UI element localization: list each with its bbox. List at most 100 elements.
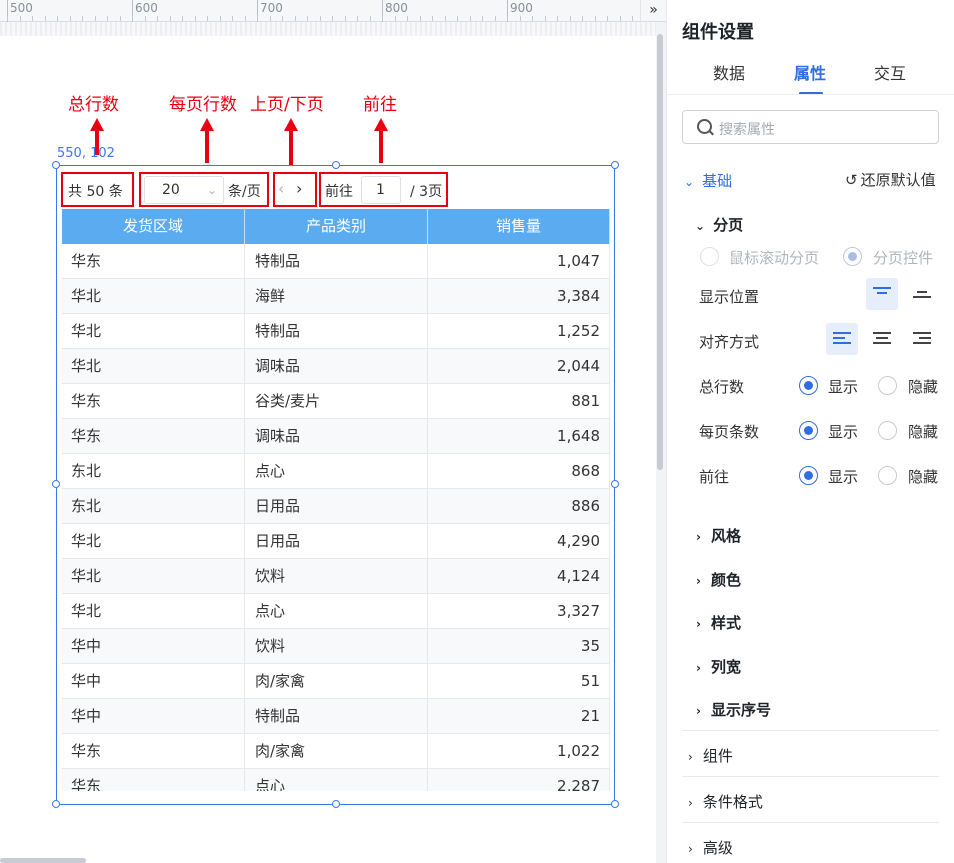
group-conditional-format[interactable]: › 条件格式	[682, 776, 939, 822]
column-header[interactable]: 发货区域	[62, 209, 245, 244]
section-paging[interactable]: ⌄ 分页	[695, 214, 743, 235]
ruler-minor-tick	[170, 16, 171, 21]
chevron-right-icon: ›	[688, 750, 693, 764]
table-cell: 华北	[62, 559, 245, 593]
align-right-icon[interactable]	[906, 323, 938, 355]
radio-perpage-hide[interactable]	[878, 421, 897, 440]
table-row[interactable]: 华北 饮料 4,124	[62, 559, 610, 594]
group-advanced[interactable]: › 高级	[682, 822, 939, 863]
table-row[interactable]: 华中 肉/家禽 51	[62, 664, 610, 699]
radio-total-show[interactable]	[799, 376, 818, 395]
table-cell: 51	[428, 664, 610, 698]
resize-handle[interactable]	[52, 161, 60, 169]
table-row[interactable]: 华东 点心 2,287	[62, 769, 610, 791]
align-label: 对齐方式	[699, 333, 760, 351]
ruler-minor-tick	[507, 16, 508, 21]
ruler-minor-tick	[557, 16, 558, 21]
chevron-down-icon: ⌄	[206, 183, 217, 197]
ruler-minor-tick	[57, 16, 58, 21]
table-cell: 华东	[62, 419, 245, 453]
table-row[interactable]: 东北 点心 868	[62, 454, 610, 489]
property-search-input[interactable]: 搜索属性	[682, 110, 939, 144]
position-top-icon[interactable]	[866, 278, 898, 310]
ruler-minor-tick	[395, 16, 396, 21]
double-chevron-right-icon[interactable]: »	[640, 0, 666, 22]
resize-handle[interactable]	[611, 800, 619, 808]
search-icon	[697, 119, 712, 134]
group-component[interactable]: › 组件	[682, 730, 939, 776]
radio-total-show-label: 显示	[828, 378, 859, 396]
align-center-icon[interactable]	[866, 323, 898, 355]
table-cell: 点心	[245, 594, 428, 628]
align-left-icon[interactable]	[826, 323, 858, 355]
subsection-row-number[interactable]: › 显示序号	[696, 699, 771, 720]
resize-handle[interactable]	[52, 800, 60, 808]
ruler-minor-tick	[195, 16, 196, 21]
ruler-minor-tick	[182, 16, 183, 21]
table-cell: 华东	[62, 734, 245, 768]
subsection-styles[interactable]: › 样式	[696, 612, 741, 633]
table-cell: 饮料	[245, 559, 428, 593]
total-pages: / 3页	[410, 184, 443, 200]
resize-handle[interactable]	[52, 480, 60, 488]
resize-handle[interactable]	[611, 161, 619, 169]
tab-properties[interactable]: 属性	[794, 60, 826, 84]
table-cell: 特制品	[245, 314, 428, 348]
table-row[interactable]: 华中 特制品 21	[62, 699, 610, 734]
radio-goto-show[interactable]	[799, 466, 818, 485]
annotation-arrow	[284, 118, 298, 165]
column-header[interactable]: 产品类别	[245, 209, 428, 244]
ruler-minor-tick	[532, 16, 533, 21]
goto-page-input[interactable]: 1	[361, 176, 401, 204]
reset-defaults-button[interactable]: ↺ 还原默认值	[845, 169, 936, 190]
page-size-select[interactable]: 20 ⌄	[144, 176, 224, 204]
ruler-minor-tick	[470, 16, 471, 21]
section-basic[interactable]: ⌄ 基础	[684, 170, 732, 191]
table-row[interactable]: 华东 谷类/麦片 881	[62, 384, 610, 419]
table-row[interactable]: 华东 肉/家禽 1,022	[62, 734, 610, 769]
ruler-minor-tick	[570, 16, 571, 21]
vertical-scrollbar[interactable]	[656, 22, 666, 863]
table-row[interactable]: 华北 日用品 4,290	[62, 524, 610, 559]
radio-scroll-paging[interactable]	[700, 247, 719, 266]
ruler-minor-tick	[95, 16, 96, 21]
table-row[interactable]: 华北 海鲜 3,384	[62, 279, 610, 314]
subsection-color[interactable]: › 颜色	[696, 569, 741, 590]
tab-interaction[interactable]: 交互	[874, 60, 906, 84]
table-row[interactable]: 华北 调味品 2,044	[62, 349, 610, 384]
radio-goto-show-label: 显示	[828, 468, 859, 486]
horizontal-scrollbar-thumb[interactable]	[0, 858, 86, 863]
table-header-row: 发货区域 产品类别 销售量	[62, 209, 610, 244]
page-size-unit: 条/页	[228, 184, 261, 200]
resize-handle[interactable]	[611, 480, 619, 488]
table-row[interactable]: 华中 饮料 35	[62, 629, 610, 664]
annotation-goto: 前往	[363, 95, 397, 115]
radio-perpage-show[interactable]	[799, 421, 818, 440]
tab-data[interactable]: 数据	[713, 60, 745, 84]
table-cell: 2,287	[428, 769, 610, 791]
table-row[interactable]: 华北 特制品 1,252	[62, 314, 610, 349]
radio-goto-hide[interactable]	[878, 466, 897, 485]
table-row[interactable]: 东北 日用品 886	[62, 489, 610, 524]
table-cell: 868	[428, 454, 610, 488]
resize-handle[interactable]	[332, 800, 340, 808]
table-cell: 881	[428, 384, 610, 418]
ruler-minor-tick	[245, 16, 246, 21]
radio-total-hide[interactable]	[878, 376, 897, 395]
subsection-column-width[interactable]: › 列宽	[696, 656, 741, 677]
table-row[interactable]: 华东 调味品 1,648	[62, 419, 610, 454]
table-row[interactable]: 华东 特制品 1,047	[62, 244, 610, 279]
resize-handle[interactable]	[332, 161, 340, 169]
chevron-left-icon[interactable]: ‹	[278, 178, 292, 202]
vertical-scrollbar-thumb[interactable]	[657, 34, 663, 470]
position-bottom-icon[interactable]	[906, 278, 938, 310]
ruler-minor-tick	[82, 16, 83, 21]
chevron-right-icon[interactable]: ›	[296, 178, 310, 202]
horizontal-ruler: 500 600 700 800 900	[0, 0, 640, 22]
annotation-prev-next: 上页/下页	[250, 95, 324, 115]
column-header[interactable]: 销售量	[428, 209, 610, 244]
table-row[interactable]: 华北 点心 3,327	[62, 594, 610, 629]
radio-paging-control[interactable]	[843, 247, 862, 266]
subsection-style[interactable]: › 风格	[696, 525, 741, 546]
ruler-minor-tick	[232, 16, 233, 21]
